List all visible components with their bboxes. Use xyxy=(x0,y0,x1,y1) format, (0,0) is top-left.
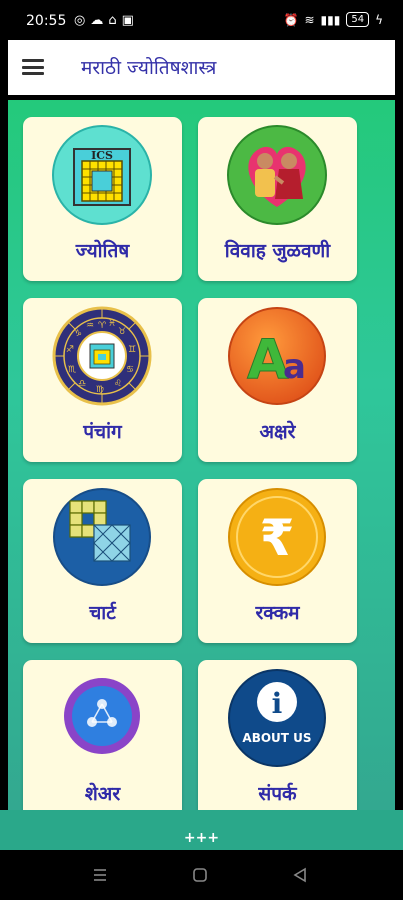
ics-icon-text: ICS xyxy=(91,149,113,162)
card-label: शेअर xyxy=(84,783,121,805)
svg-text:♐: ♐ xyxy=(66,345,74,355)
rupee-icon: ₹ xyxy=(227,487,327,587)
svg-text:♏: ♏ xyxy=(68,365,76,375)
card-label: ज्योतिष xyxy=(75,240,130,262)
svg-text:♒: ♒ xyxy=(86,321,94,331)
weather-icon: ☁ xyxy=(90,13,104,28)
svg-text:♋: ♋ xyxy=(126,365,134,375)
system-icons: ⏰ ≋ ▮▮▮ 54 ϟ xyxy=(284,12,383,27)
wifi-icon: ≋ xyxy=(304,12,315,27)
info-glyph: i xyxy=(272,687,283,720)
card-vivah-julavani[interactable]: विवाह जुळवणी xyxy=(198,117,357,281)
charging-icon: ϟ xyxy=(375,12,383,27)
aa-small-letter: a xyxy=(283,347,306,387)
back-icon[interactable] xyxy=(292,867,308,887)
card-panchang[interactable]: ♈ ♉ ♊ ♋ ♌ ♍ ♎ ♏ ♐ ♑ ♒ ♓ पंचांग xyxy=(23,298,182,462)
home-icon: ⌂ xyxy=(108,13,117,28)
svg-text:♎: ♎ xyxy=(78,379,86,389)
card-label: पंचांग xyxy=(83,421,122,443)
about-us-icon: i ABOUT US xyxy=(227,668,327,768)
bottom-strip: +++ xyxy=(0,810,403,850)
whatsapp-icon: ◎ xyxy=(74,13,86,28)
app-title: मराठी ज्योतिषशास्त्र xyxy=(81,57,217,79)
alarm-icon: ⏰ xyxy=(283,12,299,27)
more-button[interactable]: +++ xyxy=(0,830,403,846)
main-grid: ICS ज्योतिष विवाह जुळवणी ♈ ♉ ♊ ♋ ♌ ♍ ♎ ♏… xyxy=(8,100,395,810)
zodiac-wheel-icon: ♈ ♉ ♊ ♋ ♌ ♍ ♎ ♏ ♐ ♑ ♒ ♓ xyxy=(52,306,152,406)
rupee-glyph: ₹ xyxy=(260,509,295,567)
about-us-text: ABOUT US xyxy=(242,731,311,745)
card-samparka[interactable]: i ABOUT US संपर्क xyxy=(198,660,357,810)
card-rakkam[interactable]: ₹ रक्कम xyxy=(198,479,357,643)
status-bar: 20:55 ◎ ☁ ⌂ ▣ ⏰ ≋ ▮▮▮ 54 ϟ xyxy=(0,0,403,40)
svg-text:♉: ♉ xyxy=(118,327,126,337)
chart-grid-icon xyxy=(52,487,152,587)
share-icon xyxy=(62,676,142,756)
card-label: चार्ट xyxy=(89,602,116,624)
home-button-icon[interactable] xyxy=(192,867,208,887)
letters-aa-icon: A a xyxy=(227,306,327,406)
svg-text:♓: ♓ xyxy=(108,319,116,329)
app-bar: मराठी ज्योतिषशास्त्र xyxy=(8,40,395,95)
card-label: रक्कम xyxy=(255,602,300,624)
status-time: 20:55 xyxy=(26,13,67,29)
card-label: संपर्क xyxy=(258,783,297,805)
svg-text:♊: ♊ xyxy=(128,345,136,355)
battery-icon: 54 xyxy=(346,12,370,27)
card-label: विवाह जुळवणी xyxy=(224,240,331,262)
svg-text:♌: ♌ xyxy=(114,379,122,389)
card-akshare[interactable]: A a अक्षरे xyxy=(198,298,357,462)
svg-text:♍: ♍ xyxy=(96,385,104,395)
card-jyotish[interactable]: ICS ज्योतिष xyxy=(23,117,182,281)
card-share[interactable]: शेअर xyxy=(23,660,182,810)
signal-icon: ▮▮▮ xyxy=(320,12,341,27)
marriage-couple-icon xyxy=(227,125,327,225)
svg-text:♈: ♈ xyxy=(98,321,107,331)
svg-text:♑: ♑ xyxy=(74,329,82,339)
menu-icon[interactable] xyxy=(20,55,46,79)
system-nav-bar xyxy=(0,850,403,900)
ics-grid-icon: ICS xyxy=(52,125,152,225)
card-label: अक्षरे xyxy=(259,421,296,443)
card-chart[interactable]: चार्ट xyxy=(23,479,182,643)
recents-icon[interactable] xyxy=(92,867,108,887)
notification-icons: ◎ ☁ ⌂ ▣ xyxy=(74,13,134,28)
gallery-icon: ▣ xyxy=(121,13,134,28)
